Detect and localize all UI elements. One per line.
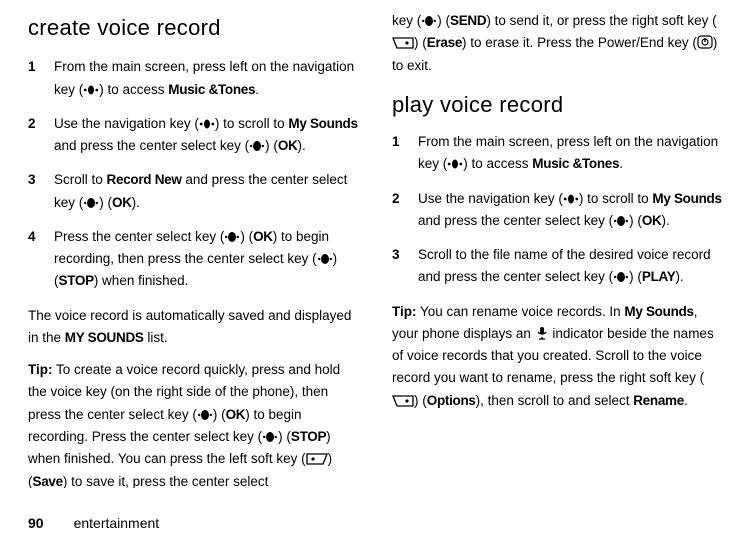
right-soft-key-icon [392,395,414,407]
nav-key-icon [83,84,99,96]
step-row: 2 Use the navigation key () to scroll to… [28,113,362,158]
step-text: Use the navigation key () to scroll to M… [418,188,726,233]
center-key-icon [613,215,629,227]
step-text: Use the navigation key () to scroll to M… [54,113,362,158]
step-number: 2 [28,113,54,158]
center-key-icon [262,431,278,443]
nav-key-icon [199,118,215,130]
section-name: entertainment [74,515,160,531]
center-key-icon [421,15,437,27]
heading-play: play voice record [392,87,726,123]
step-row: 3 Scroll to the file name of the desired… [392,244,726,289]
heading-create: create voice record [28,10,362,46]
left-soft-key-icon [306,453,328,465]
step-text: Scroll to the file name of the desired v… [418,244,726,289]
step-row: 4 Press the center select key () (OK) to… [28,226,362,293]
step-text: Scroll to Record New and press the cente… [54,169,362,214]
step-number: 3 [28,169,54,214]
auto-save-text: The voice record is automatically saved … [28,305,362,350]
step-text: From the main screen, press left on the … [54,56,362,101]
center-key-icon [317,253,333,265]
nav-key-icon [447,158,463,170]
center-key-icon [224,231,240,243]
tip-text: Tip: To create a voice record quickly, p… [28,359,362,488]
left-column: create voice record 1 From the main scre… [28,10,362,488]
mic-indicator-icon [535,326,549,340]
step-row: 2 Use the navigation key () to scroll to… [392,188,726,233]
step-text: Press the center select key () (OK) to b… [54,226,362,293]
step-number: 4 [28,226,54,293]
step-number: 2 [392,188,418,233]
tip-text: Tip: You can rename voice records. In My… [392,301,726,412]
right-column: key () (SEND) to send it, or press the r… [392,10,726,488]
nav-key-icon [563,193,579,205]
center-key-icon [83,197,99,209]
right-soft-key-icon [392,37,414,49]
step-row: 3 Scroll to Record New and press the cen… [28,169,362,214]
continuation-text: key () (SEND) to send it, or press the r… [392,10,726,77]
page-number: 90 [28,515,44,531]
step-number: 1 [392,131,418,176]
center-key-icon [249,140,265,152]
step-number: 1 [28,56,54,101]
power-end-key-icon [697,35,713,49]
step-row: 1 From the main screen, press left on th… [392,131,726,176]
step-row: 1 From the main screen, press left on th… [28,56,362,101]
step-number: 3 [392,244,418,289]
center-key-icon [197,409,213,421]
center-key-icon [613,271,629,283]
page-footer: 90 entertainment [28,512,159,535]
step-text: From the main screen, press left on the … [418,131,726,176]
